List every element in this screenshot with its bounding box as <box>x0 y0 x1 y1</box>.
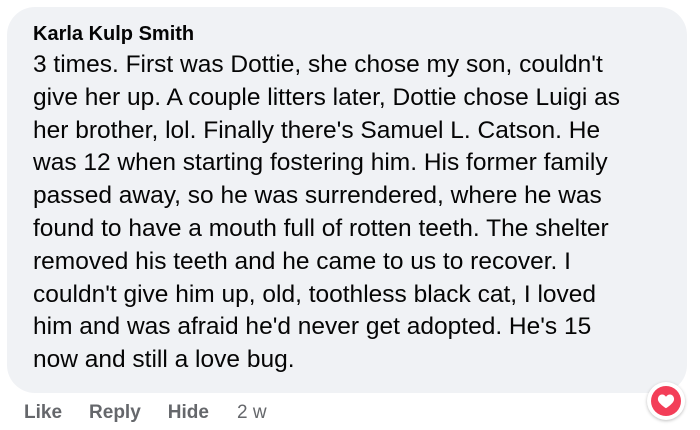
comment-bubble: Karla Kulp Smith 3 times. First was Dott… <box>7 7 687 393</box>
like-button[interactable]: Like <box>24 402 62 424</box>
heart-reaction-icon <box>651 386 681 416</box>
reply-button[interactable]: Reply <box>89 402 141 424</box>
comment-text: 3 times. First was Dottie, she chose my … <box>33 51 620 374</box>
comment-timestamp[interactable]: 2 w <box>237 402 267 424</box>
comment-actions: Like Reply Hide 2 w <box>24 398 267 428</box>
hide-button[interactable]: Hide <box>168 402 209 424</box>
comment-author[interactable]: Karla Kulp Smith <box>33 21 667 47</box>
heart-icon <box>657 394 675 409</box>
reaction-badge[interactable] <box>647 382 685 420</box>
